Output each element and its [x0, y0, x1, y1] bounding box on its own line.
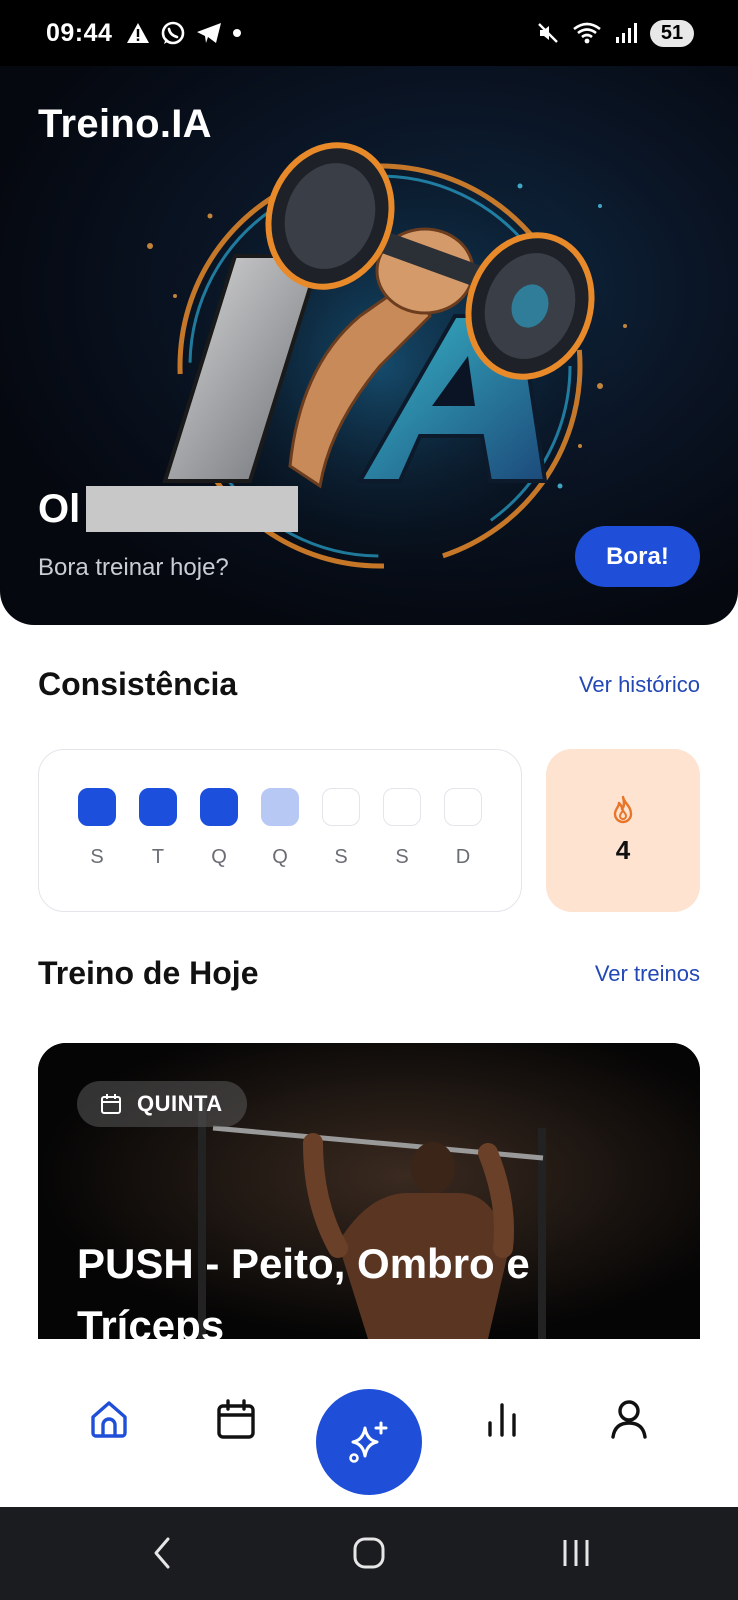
day-status-box — [444, 788, 482, 826]
day-indicator: Q — [261, 788, 299, 869]
hero-subtitle: Bora treinar hoje? — [38, 554, 229, 581]
weekly-consistency-card: STQQSSD — [38, 749, 522, 912]
recents-icon — [563, 1540, 589, 1566]
day-indicator: T — [139, 788, 177, 869]
day-indicator: S — [78, 788, 116, 869]
day-status-box — [322, 788, 360, 826]
day-chip-label: QUINTA — [137, 1091, 223, 1116]
consistency-header: Consistência Ver histórico — [38, 666, 700, 703]
nav-home[interactable] — [79, 1389, 139, 1449]
day-label: T — [151, 846, 165, 868]
view-workouts-link[interactable]: Ver treinos — [595, 961, 700, 987]
today-header: Treino de Hoje Ver treinos — [38, 955, 700, 992]
day-status-box — [200, 788, 238, 826]
system-navigation-bar — [0, 1507, 738, 1600]
calendar-icon — [101, 1094, 121, 1114]
home-icon — [91, 1401, 127, 1438]
battery-indicator: 51 — [650, 19, 694, 47]
streak-card: 4 — [546, 749, 700, 912]
day-status-box — [383, 788, 421, 826]
nav-calendar[interactable] — [206, 1389, 266, 1449]
system-recents-button[interactable] — [558, 1535, 594, 1571]
day-label: Q — [211, 846, 227, 868]
nav-stats[interactable] — [472, 1389, 532, 1449]
nav-profile[interactable] — [599, 1389, 659, 1449]
stats-icon — [488, 1403, 516, 1437]
calendar-icon — [217, 1399, 255, 1439]
day-status-box — [139, 788, 177, 826]
warning-icon — [127, 23, 150, 43]
hero-banner: Treino.IA Ol Bora treinar hoje? Bora! — [0, 66, 738, 625]
system-back-button[interactable] — [150, 1535, 174, 1571]
app-title: Treino.IA — [38, 102, 212, 146]
day-status-box — [261, 788, 299, 826]
day-label: S — [395, 846, 409, 868]
streak-count: 4 — [615, 835, 631, 865]
bottom-navigation — [0, 1339, 738, 1507]
profile-icon — [611, 1400, 647, 1439]
signal-icon — [616, 23, 637, 43]
redacted-username — [86, 486, 299, 532]
sparkles-icon — [349, 1421, 388, 1463]
mute-icon — [538, 23, 558, 43]
day-label: S — [334, 846, 348, 868]
day-label: Q — [272, 846, 288, 868]
consistency-title: Consistência — [38, 666, 238, 702]
wifi-icon — [573, 22, 601, 44]
notification-icons — [126, 20, 242, 46]
day-status-box — [78, 788, 116, 826]
day-label: D — [455, 846, 471, 868]
workout-title: PUSH - Peito, Ombro e Tríceps — [77, 1240, 530, 1339]
system-home-button[interactable] — [351, 1535, 387, 1571]
flame-icon — [613, 795, 633, 824]
view-history-link[interactable]: Ver histórico — [579, 672, 700, 698]
ai-workout-button[interactable] — [316, 1389, 422, 1495]
day-indicator: D — [444, 788, 482, 869]
system-status-icons: 51 — [536, 19, 694, 47]
status-time: 09:44 — [46, 18, 113, 47]
telegram-icon — [197, 23, 222, 43]
start-workout-button[interactable]: Bora! — [575, 526, 700, 587]
dot-icon — [233, 29, 242, 37]
day-chip: QUINTA — [77, 1081, 247, 1127]
day-indicator: S — [383, 788, 421, 869]
day-indicator: S — [322, 788, 360, 869]
whatsapp-icon — [162, 21, 185, 45]
day-label: S — [90, 846, 104, 868]
status-bar: 09:44 51 — [0, 0, 738, 66]
greeting-text: Ol — [38, 486, 81, 531]
today-workout-card[interactable]: QUINTA PUSH - Peito, Ombro e Tríceps — [38, 1043, 700, 1339]
back-icon — [154, 1537, 170, 1569]
day-indicator: Q — [200, 788, 238, 869]
home-circle-icon — [353, 1537, 385, 1569]
today-title: Treino de Hoje — [38, 955, 259, 991]
greeting: Ol — [38, 486, 299, 532]
